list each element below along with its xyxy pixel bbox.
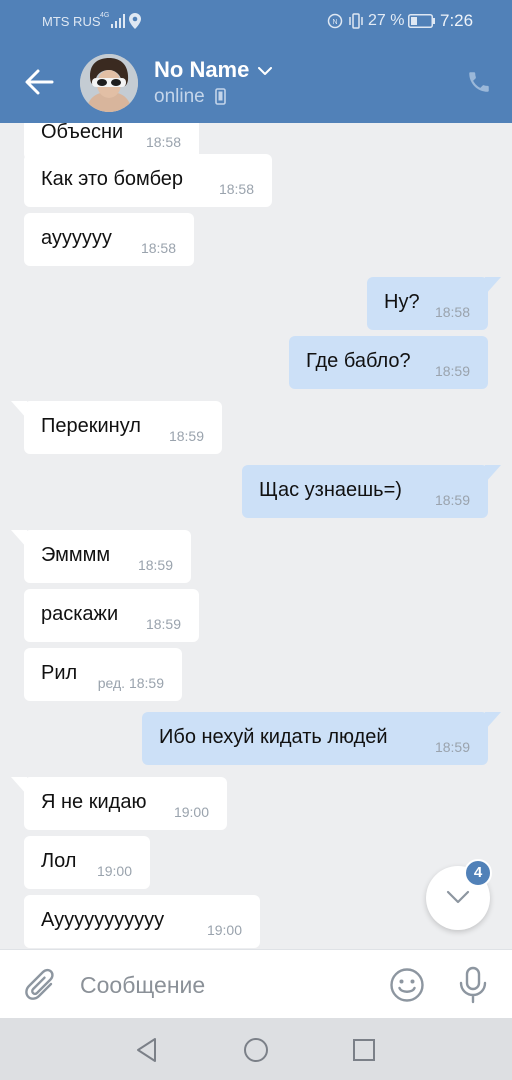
bubble-tail: [485, 277, 501, 295]
back-arrow-icon[interactable]: [24, 68, 54, 96]
contact-status: online: [154, 86, 205, 107]
microphone-icon[interactable]: [458, 966, 488, 1004]
unread-badge: 4: [464, 859, 492, 887]
system-navigation-bar: [0, 1018, 512, 1080]
network-type: 4G: [100, 12, 110, 19]
emoji-icon[interactable]: [389, 967, 425, 1003]
incoming-message[interactable]: Аууууууууууу 19:00: [24, 895, 260, 948]
message-time: 18:59: [434, 363, 470, 379]
nav-home-icon[interactable]: [243, 1037, 269, 1063]
svg-text:N: N: [332, 19, 337, 26]
message-text: Лол: [41, 850, 77, 872]
message-text: Ну?: [384, 291, 420, 313]
nav-back-icon[interactable]: [135, 1037, 159, 1063]
incoming-message[interactable]: Перекинул 18:59: [11, 401, 222, 454]
vibrate-icon: [349, 13, 363, 29]
outgoing-message[interactable]: Где бабло? 18:59: [289, 336, 488, 389]
phone-call-icon[interactable]: [466, 69, 492, 95]
message-time: 18:59: [168, 428, 204, 444]
message-text: Эмммм: [41, 544, 111, 566]
bubble-tail: [485, 465, 501, 483]
message-input[interactable]: [80, 968, 360, 1002]
incoming-message[interactable]: Рил ред. 18:59: [24, 648, 182, 701]
message-text: Как это бомбер: [41, 168, 184, 190]
incoming-message[interactable]: раскажи 18:59: [24, 589, 199, 642]
message-time: 18:59: [137, 557, 173, 573]
message-time: 18:59: [145, 616, 181, 632]
battery-percent: 27 %: [368, 12, 405, 29]
message-time: 18:58: [145, 134, 181, 150]
signal-icon: [111, 14, 125, 28]
outgoing-message[interactable]: Ибо нехуй кидать людей 18:59: [142, 712, 501, 765]
message-text: Я не кидаю: [41, 791, 147, 813]
incoming-message[interactable]: Лол 19:00: [24, 836, 150, 889]
message-time: 18:58: [434, 304, 470, 320]
chevron-down-icon: [446, 890, 470, 904]
message-text: Аууууууууууу: [41, 909, 165, 931]
chevron-down-icon[interactable]: [258, 67, 272, 75]
bubble-tail: [11, 777, 27, 795]
incoming-message[interactable]: ауууууу 18:58: [24, 213, 194, 266]
message-time: 18:59: [434, 492, 470, 508]
incoming-message[interactable]: Как это бомбер 18:58: [24, 154, 272, 207]
battery-icon: [408, 14, 435, 28]
nav-recent-apps-icon[interactable]: [352, 1038, 376, 1062]
message-text: раскажи: [41, 603, 119, 625]
incoming-message[interactable]: Эмммм 18:59: [11, 530, 191, 583]
bubble-tail: [485, 712, 501, 730]
status-bar: MTS RUS 4G N 27 % 7:26: [0, 0, 512, 44]
message-time: 18:59: [434, 739, 470, 755]
contact-name[interactable]: No Name: [154, 57, 249, 83]
message-time: 19:00: [173, 804, 209, 820]
message-time: 18:58: [218, 181, 254, 197]
location-icon: [129, 13, 141, 29]
paperclip-icon[interactable]: [24, 967, 58, 1003]
outgoing-message[interactable]: Щас узнаешь=) 18:59: [242, 465, 501, 518]
message-text: Щас узнаешь=): [259, 479, 402, 501]
clock: 7:26: [440, 11, 474, 30]
message-text: Ибо нехуй кидать людей: [159, 726, 388, 748]
bubble-tail: [11, 401, 27, 419]
mobile-phone-icon: [215, 88, 226, 105]
nfc-icon: N: [327, 13, 343, 29]
message-text: ауууууу: [41, 227, 112, 249]
bubble-tail: [11, 530, 27, 548]
message-time: ред. 18:59: [97, 675, 164, 691]
message-text: Перекинул: [41, 415, 141, 437]
message-time: 19:00: [206, 922, 242, 938]
app-header: MTS RUS 4G N 27 % 7:26 No Name online: [0, 0, 512, 123]
message-text: Где бабло?: [306, 350, 411, 372]
message-list[interactable]: Объесни 18:58 Как это бомбер 18:58 ауууу…: [0, 123, 512, 949]
message-time: 18:58: [140, 240, 176, 256]
outgoing-message[interactable]: Ну? 18:58: [367, 277, 501, 330]
avatar-photo: [80, 54, 138, 112]
incoming-message[interactable]: Я не кидаю 19:00: [11, 777, 227, 830]
message-time: 19:00: [96, 863, 132, 879]
message-text: Рил: [41, 662, 78, 684]
message-composer: [0, 949, 512, 1018]
contact-avatar[interactable]: [80, 54, 138, 112]
message-text: Объесни: [41, 123, 124, 143]
carrier-name: MTS RUS: [42, 14, 101, 29]
